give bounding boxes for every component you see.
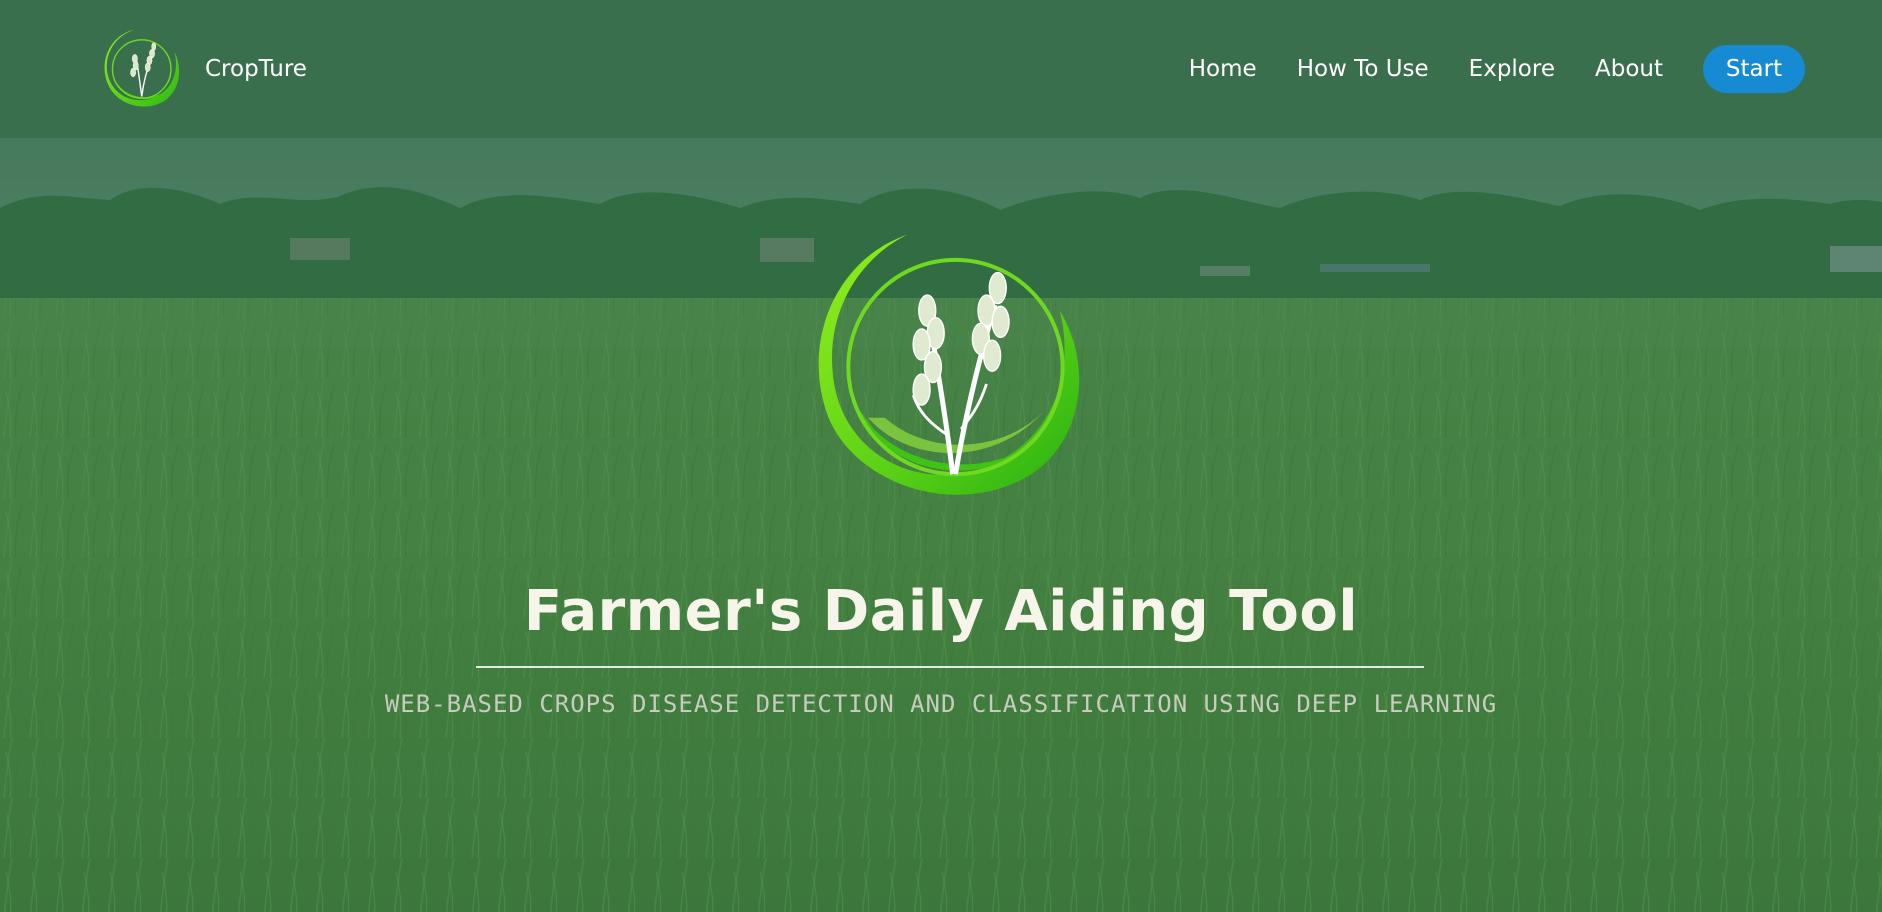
- nav-link-how-to-use[interactable]: How To Use: [1297, 56, 1429, 82]
- navbar: CropTure Home How To Use Explore About S…: [0, 0, 1882, 138]
- hero-divider: [476, 666, 1424, 668]
- hero-title: Farmer's Daily Aiding Tool: [523, 579, 1359, 644]
- start-button[interactable]: Start: [1703, 45, 1805, 93]
- nav-link-explore[interactable]: Explore: [1469, 56, 1555, 82]
- brand-name[interactable]: CropTure: [205, 56, 307, 82]
- hero-subtitle: WEB-BASED CROPS DISEASE DETECTION AND CL…: [384, 690, 1498, 718]
- nav-link-home[interactable]: Home: [1189, 56, 1257, 82]
- brand[interactable]: CropTure: [97, 26, 307, 112]
- nav-link-about[interactable]: About: [1595, 56, 1663, 82]
- nav-links: Home How To Use Explore About Start: [1189, 45, 1805, 93]
- wheat-circle-logo-icon[interactable]: [97, 26, 183, 112]
- hero-section: Farmer's Daily Aiding Tool WEB-BASED CRO…: [0, 138, 1882, 912]
- wheat-circle-logo-icon: [818, 234, 1080, 495]
